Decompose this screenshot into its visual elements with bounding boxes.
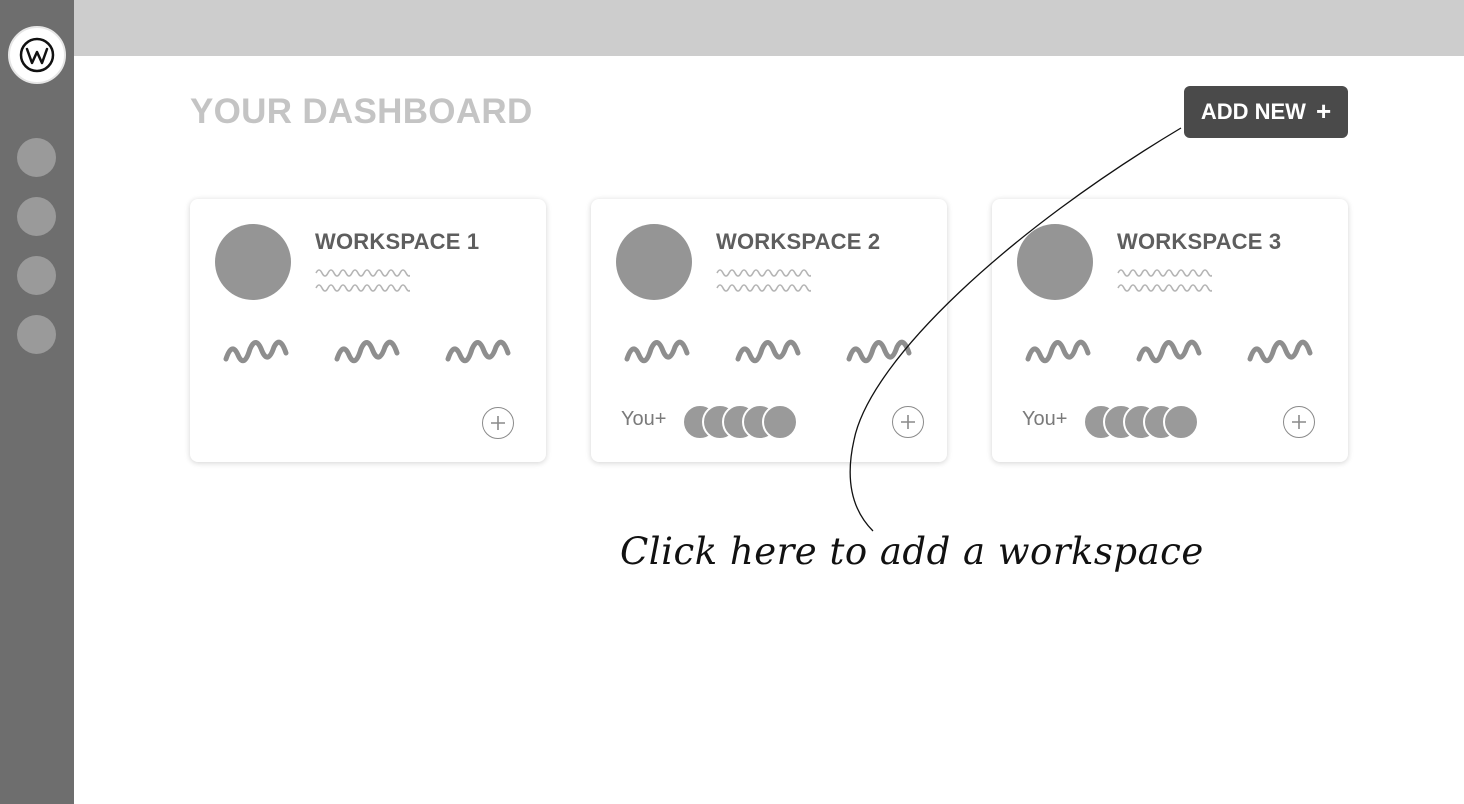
workspace-title: WORKSPACE 2 (716, 229, 881, 254)
workspace-title: WORKSPACE 1 (315, 229, 480, 254)
sidebar-item-2[interactable] (17, 197, 56, 236)
workspace-title: WORKSPACE 3 (1117, 229, 1282, 254)
app-logo[interactable] (8, 26, 66, 84)
workspace-card-3[interactable]: WORKSPACE 3 You+ (992, 199, 1348, 462)
member-avatars[interactable] (682, 404, 802, 440)
sidebar-item-3[interactable] (17, 256, 56, 295)
member-avatars[interactable] (1083, 404, 1203, 440)
workspace-avatar (1017, 224, 1093, 300)
placeholder-text-icon (716, 269, 811, 292)
add-member-button[interactable] (1283, 406, 1315, 438)
sidebar-item-1[interactable] (17, 138, 56, 177)
logo-icon (19, 37, 55, 73)
you-label: You+ (1022, 408, 1068, 430)
workspace-card-2[interactable]: WORKSPACE 2 You+ (591, 199, 947, 462)
annotation-text: Click here to add a workspace (620, 530, 1204, 573)
plus-icon (491, 416, 505, 430)
you-label: You+ (621, 408, 667, 430)
workspace-card-1[interactable]: WORKSPACE 1 (190, 199, 546, 462)
placeholder-stats-icon (1025, 339, 1313, 364)
workspace-avatar (215, 224, 291, 300)
placeholder-stats-icon (223, 339, 511, 364)
top-bar (74, 0, 1464, 56)
page-title: YOUR DASHBOARD (190, 92, 533, 131)
plus-icon (901, 415, 915, 429)
placeholder-text-icon (315, 269, 410, 292)
plus-icon (1292, 415, 1306, 429)
placeholder-stats-icon (624, 339, 912, 364)
add-member-button[interactable] (892, 406, 924, 438)
sidebar (0, 0, 74, 804)
add-new-label: ADD NEW (1200, 99, 1306, 124)
add-new-button[interactable]: ADD NEW + (1184, 86, 1348, 138)
member-avatar (762, 404, 798, 440)
sidebar-item-4[interactable] (17, 315, 56, 354)
placeholder-text-icon (1117, 269, 1212, 292)
plus-icon: + (1315, 95, 1332, 126)
add-member-button[interactable] (482, 407, 514, 439)
member-avatar (1163, 404, 1199, 440)
workspace-avatar (616, 224, 692, 300)
